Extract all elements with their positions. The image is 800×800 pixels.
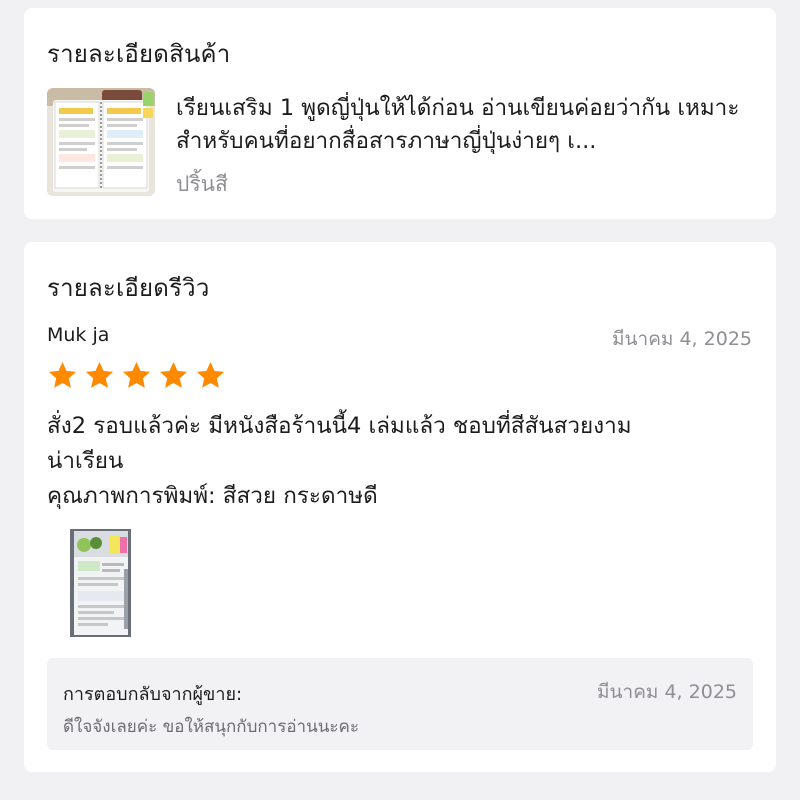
review-date: มีนาคม 4, 2025 — [612, 328, 752, 350]
product-thumbnail[interactable] — [47, 88, 155, 196]
reviewer-name: Muk ja — [47, 324, 110, 346]
product-details-title: รายละเอียดสินค้า — [47, 40, 231, 68]
star-icon — [122, 361, 151, 388]
star-icon — [196, 361, 225, 388]
review-details-card: รายละเอียดรีวิว Muk ja มีนาคม 4, 2025 สั… — [24, 242, 776, 772]
star-icon — [159, 361, 188, 388]
star-icon — [85, 361, 114, 388]
review-details-title: รายละเอียดรีวิว — [47, 274, 210, 302]
review-text-line: คุณภาพการพิมพ์: สีสวย กระดาษดี — [47, 483, 378, 509]
product-name[interactable]: เรียนเสริม 1 พูดญี่ปุ่นให้ได้ก่อน อ่านเข… — [176, 92, 754, 158]
review-text-line: สั่ง2 รอบแล้วค่ะ มีหนังสือร้านนี้4 เล่มแ… — [47, 413, 632, 439]
review-text-line: น่าเรียน — [47, 448, 124, 474]
star-icon — [48, 361, 77, 388]
seller-reply-date: มีนาคม 4, 2025 — [597, 681, 737, 703]
review-photo[interactable] — [70, 529, 131, 637]
star-rating — [47, 360, 226, 391]
seller-reply-text: ดีใจจังเลยค่ะ ขอให้สนุกกับการอ่านนะคะ — [63, 717, 359, 737]
review-text: สั่ง2 รอบแล้วค่ะ มีหนังสือร้านนี้4 เล่มแ… — [47, 409, 747, 514]
product-variant: ปริ้นสี — [176, 172, 228, 196]
product-details-card: รายละเอียดสินค้า เรียนเสริม 1 พูดญี่ปุ่น… — [24, 8, 776, 219]
seller-reply-label: การตอบกลับจากผู้ขาย: — [63, 684, 243, 705]
seller-reply: การตอบกลับจากผู้ขาย: มีนาคม 4, 2025 ดีใจ… — [47, 658, 753, 750]
